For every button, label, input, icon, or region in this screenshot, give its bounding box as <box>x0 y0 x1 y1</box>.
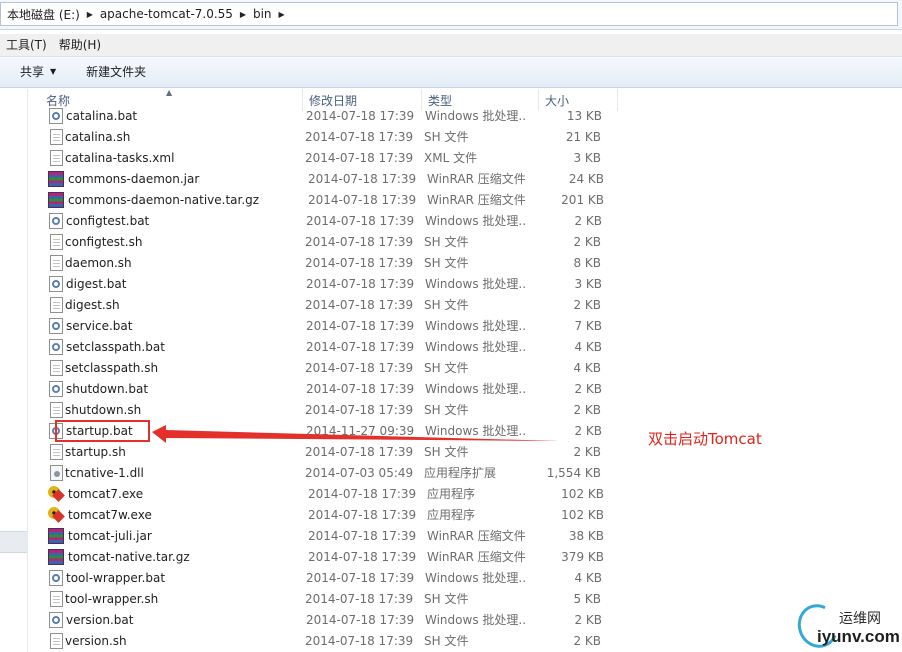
annotation-label: 双击启动Tomcat <box>648 430 762 448</box>
watermark-bottom-text: iyunv.com <box>817 627 900 646</box>
annotation-arrow <box>152 425 560 443</box>
watermark-top-text: 运维网 <box>839 611 881 627</box>
watermark-logo: 运维网 iyunv.com <box>791 598 900 652</box>
